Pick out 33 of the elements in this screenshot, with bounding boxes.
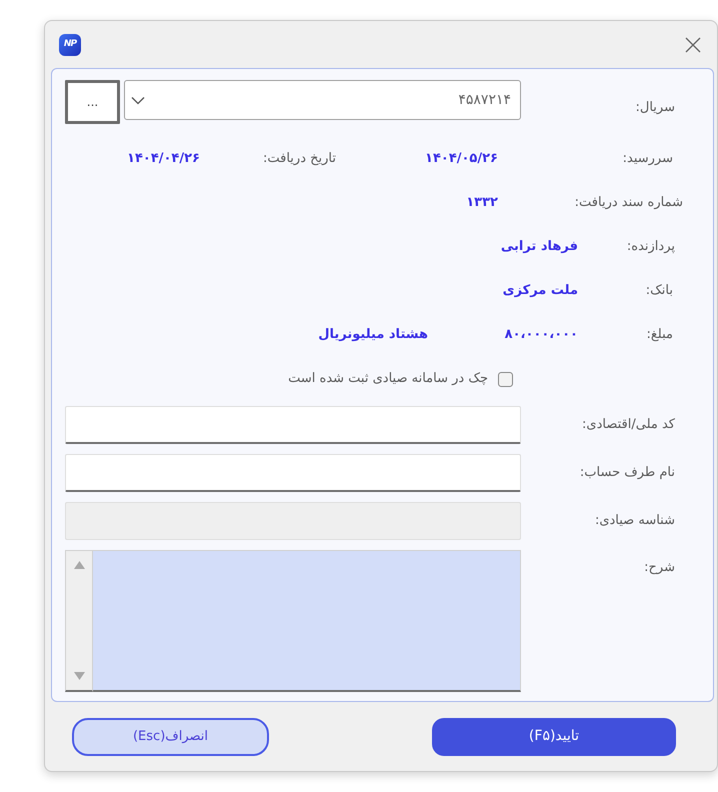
scroll-down-icon[interactable] <box>74 672 84 680</box>
payer-value: فرهاد ترابی <box>500 239 578 254</box>
receipt-number-label: شماره سند دریافت: <box>574 195 683 210</box>
amount-in-words: هشتاد میلیونریال <box>318 327 428 342</box>
due-date-value: ۱۴۰۴/۰۵/۲۶ <box>425 151 498 166</box>
description-label: شرح: <box>644 559 675 577</box>
description-field[interactable] <box>93 550 521 692</box>
receipt-date-label: تاریخ دریافت: <box>262 151 336 166</box>
field-label: نام طرف حساب: <box>580 464 675 482</box>
serial-dropdown[interactable]: ۴۵۸۷۲۱۴ <box>124 80 521 120</box>
due-date-label: سررسید: <box>622 151 673 166</box>
scrollbar[interactable] <box>65 550 93 692</box>
browse-button[interactable]: ... <box>65 80 120 124</box>
confirm-button[interactable]: تایید(F۵) <box>432 718 676 756</box>
serial-label: سریال: <box>636 99 675 118</box>
input-field[interactable] <box>65 406 521 444</box>
payer-label: پردازنده: <box>626 239 675 254</box>
chevron-down-icon <box>131 96 145 104</box>
checkbox-label: چک در سامانه صیادی ثبت شده است <box>288 370 488 388</box>
amount-label: مبلغ: <box>646 327 673 342</box>
field-label: شناسه صیادی: <box>594 512 675 530</box>
cancel-button[interactable]: انصراف(Esc) <box>72 718 269 756</box>
receipt-date-value: ۱۴۰۴/۰۴/۲۶ <box>127 151 200 166</box>
checkbox[interactable] <box>498 372 513 386</box>
receipt-number-value: ۱۳۳۲ <box>466 195 498 210</box>
field-label: کد ملی/اقتصادی: <box>582 416 675 434</box>
amount-value: ۸۰،۰۰۰،۰۰۰ <box>504 327 578 342</box>
close-icon[interactable] <box>685 36 701 52</box>
input-field[interactable] <box>65 454 521 492</box>
scroll-up-icon[interactable] <box>74 561 84 569</box>
bank-value: ملت مرکزی <box>502 283 578 298</box>
app-logo: NP <box>59 34 81 56</box>
bank-label: بانک: <box>646 283 673 298</box>
